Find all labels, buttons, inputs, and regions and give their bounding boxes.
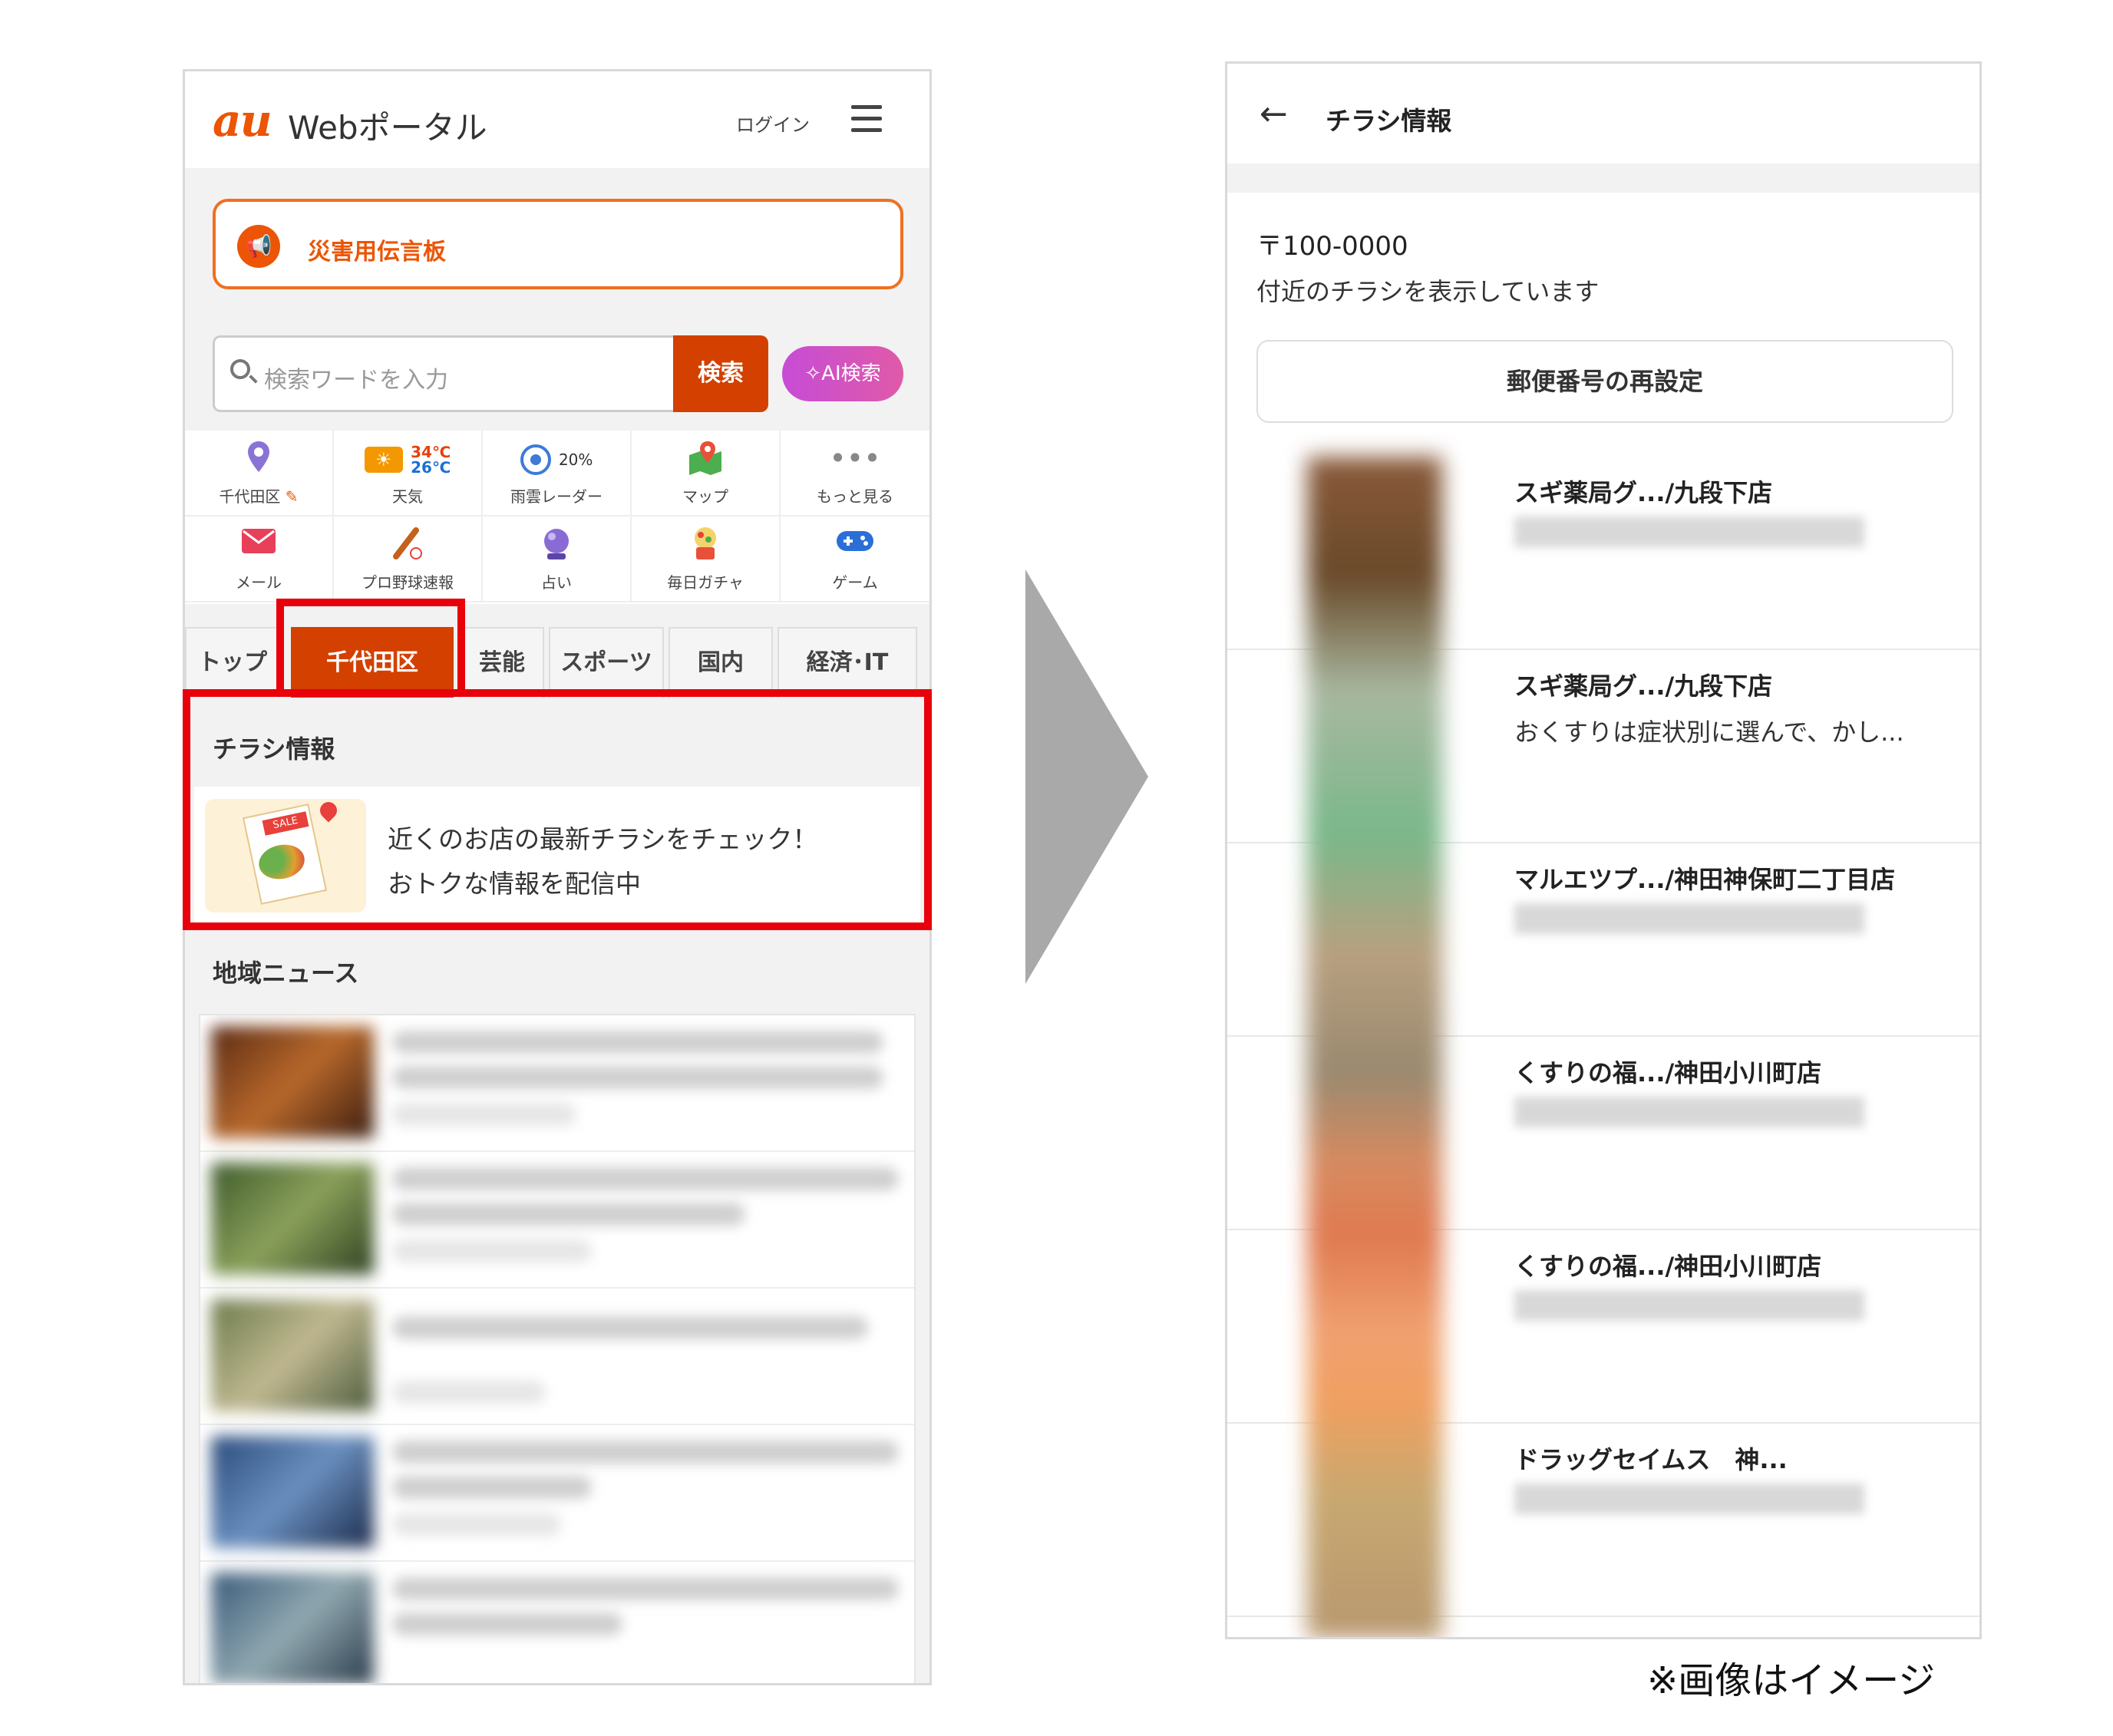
shortcut-map[interactable]: マップ [632, 431, 781, 517]
news-item[interactable] [200, 1015, 914, 1152]
search-input[interactable]: 検索ワードを入力 [213, 335, 673, 412]
weather-low-temp: 26℃ [411, 457, 451, 477]
store-description-redacted [1514, 517, 1864, 547]
web-portal-logo-text[interactable]: Webポータル [288, 102, 487, 149]
crystal-ball-icon [483, 526, 630, 563]
shortcut-more[interactable]: ••• もっと見る [781, 431, 929, 517]
news-thumbnail [211, 1436, 374, 1548]
reset-postal-code-button[interactable]: 郵便番号の再設定 [1256, 340, 1953, 423]
tab-sports[interactable]: スポーツ [549, 627, 664, 698]
back-arrow-icon[interactable]: ← [1260, 97, 1288, 131]
more-icon: ••• [829, 441, 881, 475]
sun-icon: ☀ [364, 446, 403, 473]
shortcut-rain-radar[interactable]: 20% 雨雲レーダー [483, 431, 632, 517]
highlight-box-flyer [183, 689, 932, 930]
store-description: おくすりは症状別に選んで、かし... [1514, 718, 1904, 747]
postal-description: 付近のチラシを表示しています [1256, 277, 1600, 306]
transition-arrow-icon [1025, 569, 1148, 984]
search-icon [230, 359, 250, 379]
tab-economy-it[interactable]: 経済･IT [778, 627, 917, 698]
shortcut-mail-label: メール [236, 573, 282, 592]
baseball-icon [334, 526, 481, 563]
news-thumbnail [211, 1573, 374, 1683]
au-logo[interactable]: au [213, 94, 272, 147]
flyer-screen-header: ← チラシ情報 [1227, 64, 1979, 163]
tab-entertainment[interactable]: 芸能 [460, 627, 544, 698]
shortcut-area[interactable]: 千代田区 ✎ [185, 431, 334, 517]
shortcut-icon-grid: 千代田区 ✎ ☀ 34℃ 26℃ 天気 20% 雨雲レーダー マップ ••• も… [185, 431, 929, 604]
store-name: ドラッグセイムス 神... [1514, 1445, 1788, 1474]
news-item[interactable] [200, 1152, 914, 1289]
flyer-screen-title: チラシ情報 [1326, 106, 1452, 136]
shortcut-game[interactable]: ゲーム [781, 517, 929, 602]
image-note: ※画像はイメージ [1647, 1659, 1936, 1702]
store-description-redacted [1514, 1484, 1864, 1514]
store-name: くすりの福.../神田小川町店 [1514, 1058, 1822, 1087]
gacha-icon [632, 526, 779, 563]
disaster-message-board-label: 災害用伝言板 [308, 239, 446, 266]
shortcut-gacha[interactable]: 毎日ガチャ [632, 517, 781, 602]
store-description-redacted [1514, 1097, 1864, 1127]
shortcut-gacha-label: 毎日ガチャ [667, 573, 744, 592]
store-description-redacted [1514, 903, 1864, 934]
hamburger-menu-icon[interactable] [851, 105, 882, 133]
shortcut-fortune[interactable]: 占い [483, 517, 632, 602]
rain-probability: 20% [558, 450, 593, 469]
weather-high-temp: 34℃ [411, 442, 451, 461]
flyer-thumbnail-strip [1307, 457, 1442, 1637]
search-button[interactable]: 検索 [673, 335, 768, 412]
shortcut-weather-label: 天気 [392, 487, 423, 506]
store-name: スギ薬局グ.../九段下店 [1514, 672, 1773, 701]
portal-header: au Webポータル ログイン [185, 71, 929, 168]
shortcut-rain-radar-label: 雨雲レーダー [510, 487, 603, 506]
shortcut-game-label: ゲーム [832, 573, 878, 592]
tab-top[interactable]: トップ [185, 627, 280, 698]
shortcut-baseball-label: プロ野球速報 [362, 573, 454, 592]
news-thumbnail [211, 1163, 374, 1275]
store-name: マルエツプ.../神田神保町二丁目店 [1514, 865, 1896, 894]
flyer-list-screen: ← チラシ情報 〒100-0000 付近のチラシを表示しています 郵便番号の再設… [1225, 61, 1982, 1639]
shortcut-fortune-label: 占い [541, 573, 572, 592]
edit-pencil-icon[interactable]: ✎ [286, 487, 299, 506]
search-placeholder: 検索ワードを入力 [264, 367, 448, 394]
login-link[interactable]: ログイン [736, 110, 810, 137]
location-pin-icon [185, 440, 332, 477]
news-thumbnail [211, 1299, 374, 1411]
megaphone-icon: 📢 [237, 225, 280, 268]
shortcut-baseball[interactable]: プロ野球速報 [334, 517, 483, 602]
postal-code: 〒100-0000 [1256, 231, 1408, 262]
news-item[interactable] [200, 1289, 914, 1425]
local-news-heading: 地域ニュース [213, 959, 359, 988]
store-name: スギ薬局グ.../九段下店 [1514, 478, 1773, 507]
disaster-message-board-button[interactable]: 📢 災害用伝言板 [213, 199, 903, 289]
radar-icon [520, 444, 551, 475]
news-thumbnail [211, 1026, 374, 1138]
news-item[interactable] [200, 1562, 914, 1683]
shortcut-map-label: マップ [682, 487, 728, 506]
ai-search-button[interactable]: ✧AI検索 [782, 346, 903, 401]
shortcut-area-label: 千代田区 [219, 487, 281, 506]
shortcut-more-label: もっと見る [817, 487, 893, 506]
store-name: くすりの福.../神田小川町店 [1514, 1252, 1822, 1281]
store-description-redacted [1514, 1290, 1864, 1321]
tab-domestic[interactable]: 国内 [669, 627, 773, 698]
local-news-list [199, 1014, 916, 1683]
highlight-box-tab [276, 599, 465, 697]
gamepad-icon [781, 526, 929, 563]
shortcut-mail[interactable]: メール [185, 517, 334, 602]
mail-icon [185, 526, 332, 563]
map-icon [632, 440, 779, 477]
news-item[interactable] [200, 1425, 914, 1562]
shortcut-weather[interactable]: ☀ 34℃ 26℃ 天気 [334, 431, 483, 517]
